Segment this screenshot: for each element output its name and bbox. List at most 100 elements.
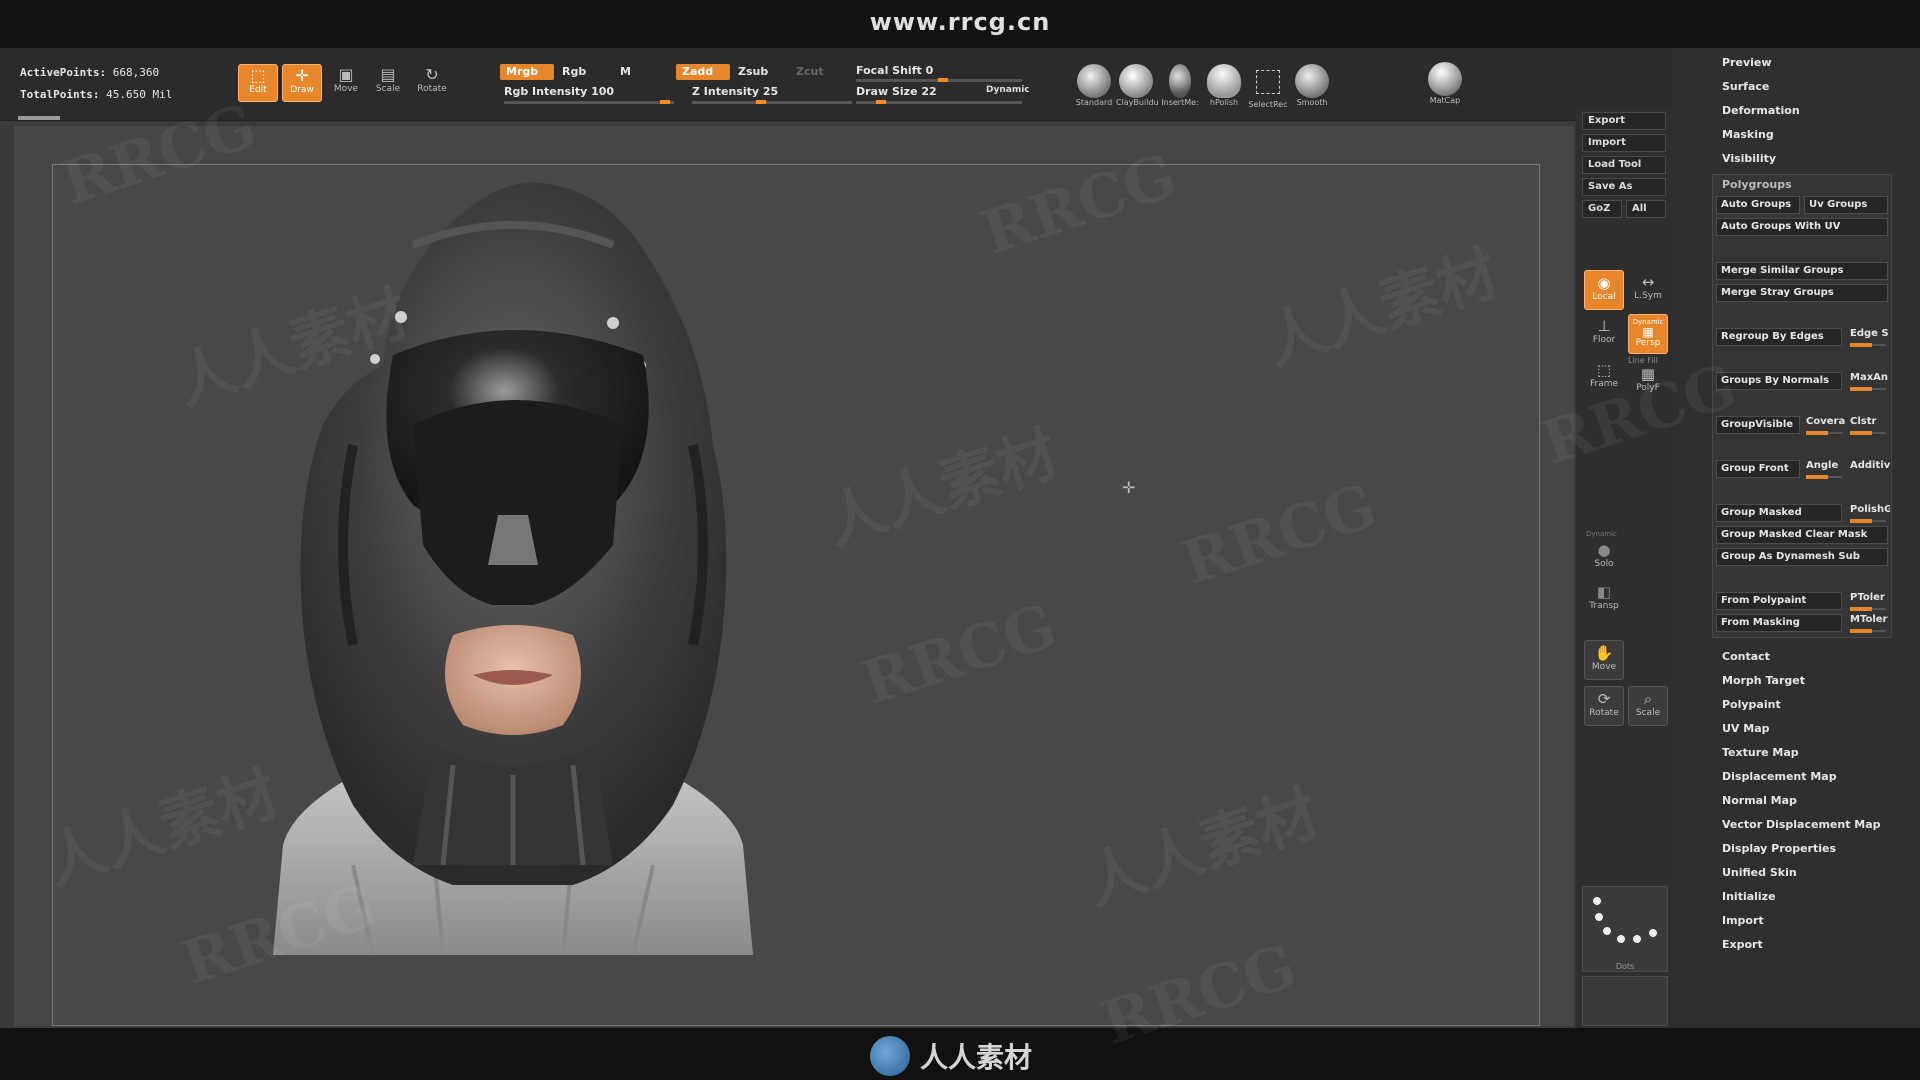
menu-normal-map[interactable]: Normal Map	[1722, 794, 1881, 818]
rotate-view-button[interactable]: ⟳ Rotate	[1584, 686, 1624, 726]
menu-deformation[interactable]: Deformation	[1722, 104, 1800, 128]
zadd-button[interactable]: Zadd	[676, 64, 730, 80]
menu-vector-displacement-map[interactable]: Vector Displacement Map	[1722, 818, 1881, 842]
polygroups-title[interactable]: Polygroups	[1722, 178, 1792, 191]
mtoler-slider[interactable]	[1850, 629, 1886, 633]
draw-size-knob[interactable]	[876, 100, 886, 104]
group-front-button[interactable]: Group Front	[1716, 460, 1800, 478]
polishg-slider[interactable]	[1850, 519, 1886, 523]
z-intensity-knob[interactable]	[756, 100, 766, 104]
menu-morph-target[interactable]: Morph Target	[1722, 674, 1881, 698]
persp-icon: ▦	[1642, 325, 1654, 339]
local-button[interactable]: ◉ Local	[1584, 270, 1624, 310]
polyf-button[interactable]: ▦ PolyF	[1628, 362, 1668, 402]
merge-stray-button[interactable]: Merge Stray Groups	[1716, 284, 1888, 302]
menu-contact[interactable]: Contact	[1722, 650, 1881, 674]
rotate-view-icon: ⟳	[1597, 690, 1611, 708]
logo-text: 人人素材	[920, 1041, 1033, 1074]
groups-normals-button[interactable]: Groups By Normals	[1716, 372, 1842, 390]
menu-visibility[interactable]: Visibility	[1722, 152, 1800, 176]
uv-groups-button[interactable]: Uv Groups	[1804, 196, 1888, 214]
lsym-button[interactable]: ↔ L.Sym	[1628, 270, 1668, 310]
rgb-intensity-slider[interactable]	[504, 100, 674, 104]
menu-displacement-map[interactable]: Displacement Map	[1722, 770, 1881, 794]
from-masking-button[interactable]: From Masking	[1716, 614, 1842, 632]
rgb-button[interactable]: Rgb	[556, 64, 610, 80]
covera-label: Covera	[1806, 416, 1846, 427]
brush-selectrect[interactable]: SelectRec	[1248, 64, 1288, 109]
persp-button[interactable]: Dynamic ▦ Persp	[1628, 314, 1668, 354]
zsub-button[interactable]: Zsub	[732, 64, 786, 80]
scale-button[interactable]: ▤ Scale	[368, 64, 408, 102]
merge-similar-button[interactable]: Merge Similar Groups	[1716, 262, 1888, 280]
menu-preview[interactable]: Preview	[1722, 56, 1800, 80]
maxang-slider[interactable]	[1850, 387, 1886, 391]
scale-view-button[interactable]: ⌕ Scale	[1628, 686, 1668, 726]
dots-stroke-icon	[1593, 897, 1657, 943]
brush-hpolish[interactable]: hPolish	[1204, 64, 1244, 107]
rotate-button[interactable]: ↻ Rotate	[412, 64, 452, 102]
ptoler-slider[interactable]	[1850, 607, 1886, 611]
menu-export[interactable]: Export	[1722, 938, 1881, 962]
menu-unified-skin[interactable]: Unified Skin	[1722, 866, 1881, 890]
menu-polypaint[interactable]: Polypaint	[1722, 698, 1881, 722]
brush-smooth[interactable]: Smooth	[1292, 64, 1332, 107]
matcap-selector[interactable]: MatCap	[1424, 62, 1466, 105]
mrgb-button[interactable]: Mrgb	[500, 64, 554, 80]
clstr-slider[interactable]	[1850, 431, 1886, 435]
move-view-button[interactable]: ✋ Move	[1584, 640, 1624, 680]
all-button[interactable]: All	[1626, 200, 1666, 218]
rgb-intensity-knob[interactable]	[660, 100, 670, 104]
menu-initialize[interactable]: Initialize	[1722, 890, 1881, 914]
focal-shift-knob[interactable]	[938, 78, 948, 82]
move-button[interactable]: ▣ Move	[326, 64, 366, 102]
additiv-label: Additiv	[1850, 460, 1890, 471]
menu-display-properties[interactable]: Display Properties	[1722, 842, 1881, 866]
dots-label: Dots	[1615, 962, 1635, 971]
auto-groups-button[interactable]: Auto Groups	[1716, 196, 1800, 214]
auto-groups-uv-button[interactable]: Auto Groups With UV	[1716, 218, 1888, 236]
menu-uv-map[interactable]: UV Map	[1722, 722, 1881, 746]
group-dynamesh-button[interactable]: Group As Dynamesh Sub	[1716, 548, 1888, 566]
helmet-sculpt[interactable]	[53, 165, 1539, 1025]
edge-s-slider[interactable]	[1850, 343, 1886, 347]
insertmesh-brush-icon	[1169, 64, 1191, 98]
draw-size-slider[interactable]	[856, 100, 1022, 104]
menu-texture-map[interactable]: Texture Map	[1722, 746, 1881, 770]
z-intensity-slider[interactable]	[692, 100, 852, 104]
draw-button[interactable]: ✛ Draw	[282, 64, 322, 102]
alpha-selector[interactable]	[1582, 976, 1668, 1026]
menu-surface[interactable]: Surface	[1722, 80, 1800, 104]
edit-button[interactable]: ⬚ Edit	[238, 64, 278, 102]
export-button[interactable]: Export	[1582, 112, 1666, 130]
from-polypaint-button[interactable]: From Polypaint	[1716, 592, 1842, 610]
covera-slider[interactable]	[1806, 431, 1842, 435]
group-visible-button[interactable]: GroupVisible	[1716, 416, 1800, 434]
solo-button[interactable]: ● Solo	[1584, 538, 1624, 578]
group-masked-clear-button[interactable]: Group Masked Clear Mask	[1716, 526, 1888, 544]
brush-claybuildup[interactable]: ClayBuildu	[1116, 64, 1159, 107]
brush-standard[interactable]: Standard	[1074, 64, 1114, 107]
dots-stroke-selector[interactable]	[1582, 886, 1668, 972]
import-button[interactable]: Import	[1582, 134, 1666, 152]
z-intensity-label: Z Intensity 25	[692, 85, 779, 98]
menu-masking[interactable]: Masking	[1722, 128, 1800, 152]
transp-button[interactable]: ◧ Transp	[1584, 580, 1624, 620]
dynamic-toggle[interactable]: Dynamic	[986, 85, 1030, 95]
regroup-edges-button[interactable]: Regroup By Edges	[1716, 328, 1842, 346]
floor-button[interactable]: ⊥ Floor	[1584, 314, 1624, 354]
goz-button[interactable]: GoZ	[1582, 200, 1622, 218]
frame-button[interactable]: ⬚ Frame	[1584, 358, 1624, 398]
document-frame[interactable]: ✛	[52, 164, 1540, 1026]
menu-import[interactable]: Import	[1722, 914, 1881, 938]
save-as-button[interactable]: Save As	[1582, 178, 1666, 196]
group-masked-button[interactable]: Group Masked	[1716, 504, 1842, 522]
angle-slider[interactable]	[1806, 475, 1842, 479]
focal-shift-slider[interactable]	[856, 78, 1022, 82]
maxang-label: MaxAn	[1850, 372, 1889, 383]
zcut-button[interactable]: Zcut	[790, 64, 830, 80]
logo-icon	[870, 1036, 910, 1076]
load-tool-button[interactable]: Load Tool	[1582, 156, 1666, 174]
m-button[interactable]: M	[614, 64, 654, 80]
brush-insertmesh[interactable]: InsertMe:	[1160, 64, 1200, 107]
